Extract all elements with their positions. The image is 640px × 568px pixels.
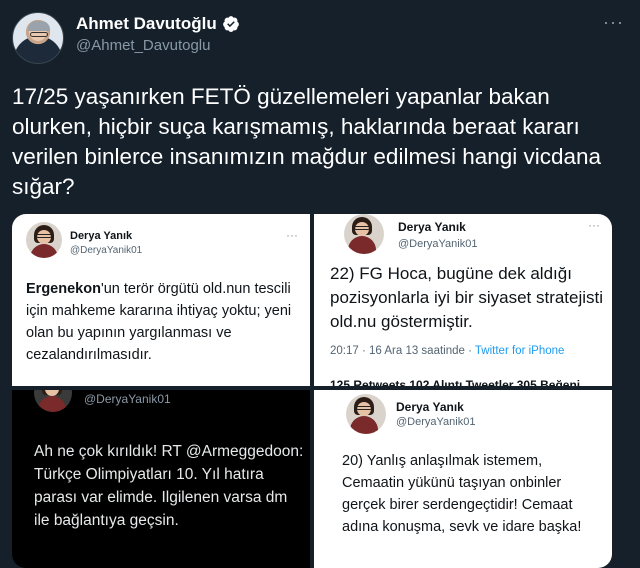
- media-image-4[interactable]: Derya Yanık @DeryaYanik01 20) Yanlış anl…: [314, 390, 612, 568]
- embedded-name: Derya Yanık: [70, 230, 133, 242]
- embedded-handle: @DeryaYanik01: [396, 416, 476, 428]
- embedded-name: Derya Yanık: [396, 400, 464, 414]
- author-avatar[interactable]: [12, 12, 64, 64]
- avatar-hair: [28, 21, 50, 31]
- author-display-name[interactable]: Ahmet Davutoğlu: [76, 14, 217, 34]
- avatar-glasses: [30, 32, 48, 37]
- verified-badge-icon: [222, 16, 239, 32]
- author-handle[interactable]: @Ahmet_Davutoglu: [76, 37, 240, 54]
- embedded-handle: @DeryaYanik01: [84, 392, 171, 406]
- embedded-tweet-text: Ergenekon'un terör örgütü old.nun tescil…: [26, 278, 304, 366]
- tweet-header: Ahmet Davutoğlu @Ahmet_Davutoglu ···: [12, 10, 628, 66]
- author-display-name-row[interactable]: Ahmet Davutoğlu: [76, 14, 240, 34]
- media-image-1[interactable]: Derya Yanık @DeryaYanik01 ··· Ergenekon'…: [12, 214, 310, 386]
- embedded-handle: @DeryaYanik01: [70, 245, 143, 256]
- embedded-avatar: [346, 394, 386, 434]
- embedded-tweet-text: 22) FG Hoca, bugüne dek aldığı pozisyonl…: [330, 264, 604, 331]
- embedded-avatar: [34, 390, 72, 412]
- embedded-stats: 125 Retweets 102 Alıntı Tweetler 305 Beğ…: [330, 378, 581, 386]
- embedded-avatar: [344, 214, 384, 254]
- embedded-tweet-text: Ah ne çok kırıldık! RT @Armeggedoon: Tür…: [34, 443, 304, 529]
- more-options-icon[interactable]: ···: [603, 12, 624, 33]
- author-names: Ahmet Davutoğlu @Ahmet_Davutoglu: [76, 14, 240, 54]
- embedded-tweet-text: 20) Yanlış anlaşılmak istemem, Cemaatin …: [342, 453, 582, 535]
- embedded-handle: @DeryaYanik01: [398, 238, 478, 250]
- embedded-bold-word: Ergenekon: [26, 281, 101, 297]
- tweet-text: 17/25 yaşanırken FETÖ güzellemeleri yapa…: [12, 84, 602, 199]
- embedded-name: Derya Yanık: [398, 220, 466, 234]
- embedded-more-icon: ···: [286, 228, 298, 242]
- media-image-2[interactable]: Derya Yanık @DeryaYanik01 ··· 22) FG Hoc…: [314, 214, 612, 386]
- embedded-avatar: [26, 222, 62, 258]
- embedded-more-icon: ···: [588, 218, 600, 232]
- embedded-meta: 20:17 · 16 Ara 13 saatinde · Twitter for…: [330, 345, 564, 357]
- embedded-time: 20:17 · 16 Ara 13 saatinde ·: [330, 345, 475, 357]
- media-image-3[interactable]: @DeryaYanik01 Ah ne çok kırıldık! RT @Ar…: [12, 390, 310, 568]
- media-grid: Derya Yanık @DeryaYanik01 ··· Ergenekon'…: [12, 214, 612, 568]
- embedded-source: Twitter for iPhone: [474, 345, 565, 357]
